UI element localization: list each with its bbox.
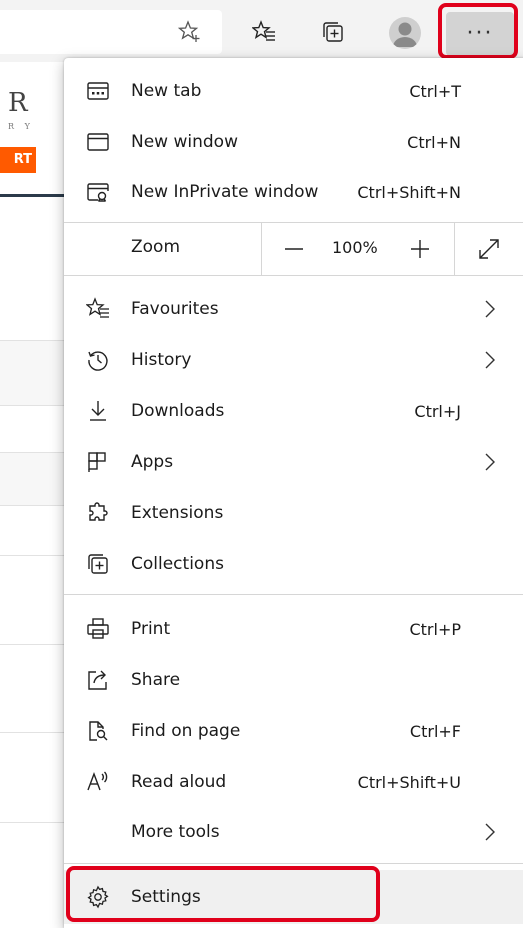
menu-item-shortcut: Ctrl+T — [409, 81, 461, 101]
menu-item-label: Find on page — [131, 721, 241, 741]
menu-divider — [64, 275, 523, 276]
favorites-icon[interactable] — [249, 17, 279, 47]
menu-item-favourites[interactable]: Favourites — [64, 284, 523, 334]
extensions-icon — [84, 499, 112, 527]
zoom-in-button[interactable] — [402, 231, 438, 267]
site-logo-subtitle: R Y — [8, 122, 34, 131]
menu-item-collections[interactable]: Collections — [64, 539, 523, 589]
chevron-right-icon — [485, 453, 495, 471]
find-on-page-icon — [84, 717, 112, 745]
highlight-box-more-button — [438, 3, 518, 59]
collections-icon — [84, 550, 112, 578]
site-divider — [0, 732, 66, 733]
profile-avatar[interactable] — [389, 17, 421, 49]
add-favorite-icon[interactable] — [175, 17, 205, 47]
menu-item-shortcut: Ctrl+Shift+N — [357, 182, 461, 202]
menu-item-label: Print — [131, 619, 171, 639]
menu-item-new-inprivate-window[interactable]: New InPrivate window Ctrl+Shift+N — [64, 167, 523, 217]
site-band — [0, 341, 66, 405]
minus-icon — [285, 248, 303, 250]
zoom-row: Zoom 100% — [64, 223, 523, 275]
menu-item-label: Apps — [131, 452, 174, 472]
menu-item-shortcut: Ctrl+P — [409, 619, 461, 639]
menu-item-label: Favourites — [131, 299, 219, 319]
menu-item-label: New tab — [131, 81, 202, 101]
menu-item-more-tools[interactable]: More tools — [64, 807, 523, 857]
download-icon — [84, 397, 112, 425]
menu-item-new-window[interactable]: New window Ctrl+N — [64, 117, 523, 167]
new-tab-icon — [84, 77, 112, 105]
menu-item-shortcut: Ctrl+N — [407, 132, 461, 152]
site-logo-letter: R — [8, 88, 28, 118]
site-divider — [0, 405, 66, 406]
site-divider — [0, 505, 66, 506]
zoom-out-button[interactable] — [276, 231, 312, 267]
menu-item-new-tab[interactable]: New tab Ctrl+T — [64, 66, 523, 116]
site-divider — [0, 555, 66, 556]
menu-item-shortcut: Ctrl+J — [414, 401, 461, 421]
menu-item-apps[interactable]: Apps — [64, 437, 523, 487]
menu-item-downloads[interactable]: Downloads Ctrl+J — [64, 386, 523, 436]
inprivate-window-icon — [84, 178, 112, 206]
browser-settings-menu: New tab Ctrl+T New window Ctrl+N New InP… — [64, 58, 523, 928]
apps-icon — [84, 448, 112, 476]
fullscreen-button[interactable] — [471, 231, 507, 267]
highlight-box-settings — [66, 866, 380, 922]
menu-item-read-aloud[interactable]: Read aloud Ctrl+Shift+U — [64, 757, 523, 807]
menu-item-label: New InPrivate window — [131, 182, 319, 202]
zoom-label: Zoom — [131, 237, 181, 257]
menu-item-label: More tools — [131, 822, 220, 842]
menu-item-label: New window — [131, 132, 238, 152]
menu-item-label: Read aloud — [131, 772, 227, 792]
menu-item-find-on-page[interactable]: Find on page Ctrl+F — [64, 706, 523, 756]
read-aloud-icon — [84, 768, 112, 796]
chevron-right-icon — [485, 351, 495, 369]
site-header-rule — [0, 194, 66, 197]
menu-item-extensions[interactable]: Extensions — [64, 488, 523, 538]
profile-icon — [393, 22, 417, 47]
menu-item-shortcut: Ctrl+Shift+U — [357, 772, 461, 792]
share-icon — [84, 666, 112, 694]
favourites-icon — [84, 295, 112, 323]
print-icon — [84, 615, 112, 643]
history-icon — [84, 346, 112, 374]
menu-item-label: Collections — [131, 554, 224, 574]
menu-item-label: Downloads — [131, 401, 225, 421]
zoom-separator — [261, 223, 262, 275]
menu-item-share[interactable]: Share — [64, 655, 523, 705]
chevron-right-icon — [485, 300, 495, 318]
site-divider — [0, 822, 66, 823]
fullscreen-icon — [479, 239, 499, 259]
new-window-icon — [84, 128, 112, 156]
chevron-right-icon — [485, 823, 495, 841]
menu-item-label: History — [131, 350, 192, 370]
menu-item-label: Extensions — [131, 503, 224, 523]
site-orange-button[interactable]: RT — [0, 147, 36, 173]
menu-item-print[interactable]: Print Ctrl+P — [64, 604, 523, 654]
menu-divider — [64, 594, 523, 595]
menu-item-label: Share — [131, 670, 181, 690]
menu-divider — [64, 863, 523, 864]
zoom-separator — [454, 223, 455, 275]
zoom-level: 100% — [332, 238, 378, 257]
collections-icon[interactable] — [318, 17, 348, 47]
plus-icon — [411, 240, 429, 258]
site-divider — [0, 644, 66, 645]
site-band — [0, 453, 66, 505]
menu-item-shortcut: Ctrl+F — [409, 721, 461, 741]
menu-item-history[interactable]: History — [64, 335, 523, 385]
